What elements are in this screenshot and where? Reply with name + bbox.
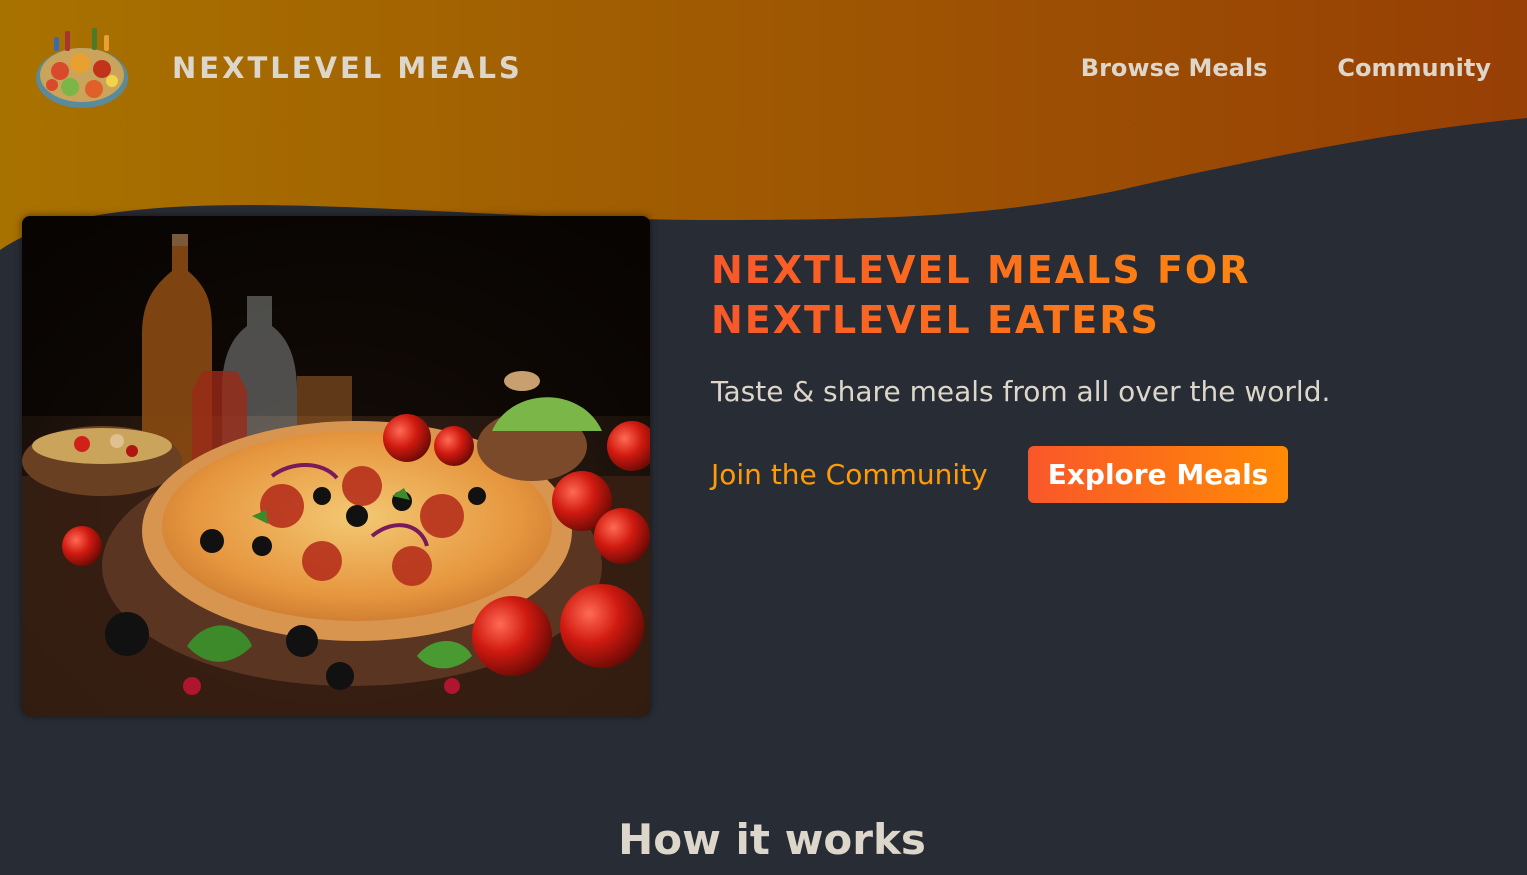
food-plate-logo-icon	[36, 27, 128, 108]
hero-cta-group: Join the Community Explore Meals	[711, 446, 1491, 503]
hero-title-line2: NEXTLEVEL EATERS	[711, 298, 1160, 342]
join-community-link[interactable]: Join the Community	[711, 458, 988, 491]
hero-title: NEXTLEVEL MEALS FOR NEXTLEVEL EATERS	[711, 245, 1491, 345]
pizza-illustration	[22, 216, 650, 716]
nav-browse-meals[interactable]: Browse Meals	[1081, 54, 1268, 82]
how-it-works-heading: How it works	[618, 815, 926, 864]
main-nav: Browse Meals Community	[1081, 54, 1491, 82]
explore-meals-button[interactable]: Explore Meals	[1027, 446, 1289, 503]
hero-title-line1: NEXTLEVEL MEALS FOR	[711, 248, 1251, 292]
main-header: NEXTLEVEL MEALS Browse Meals Community	[0, 0, 1527, 135]
hero-subtitle: Taste & share meals from all over the wo…	[711, 375, 1331, 408]
hero-pizza-image	[22, 216, 650, 716]
hero-content: NEXTLEVEL MEALS FOR NEXTLEVEL EATERS Tas…	[711, 245, 1491, 503]
brand-name: NEXTLEVEL MEALS	[172, 50, 523, 85]
home-logo-link[interactable]: NEXTLEVEL MEALS	[32, 23, 523, 113]
nav-community[interactable]: Community	[1337, 54, 1491, 82]
